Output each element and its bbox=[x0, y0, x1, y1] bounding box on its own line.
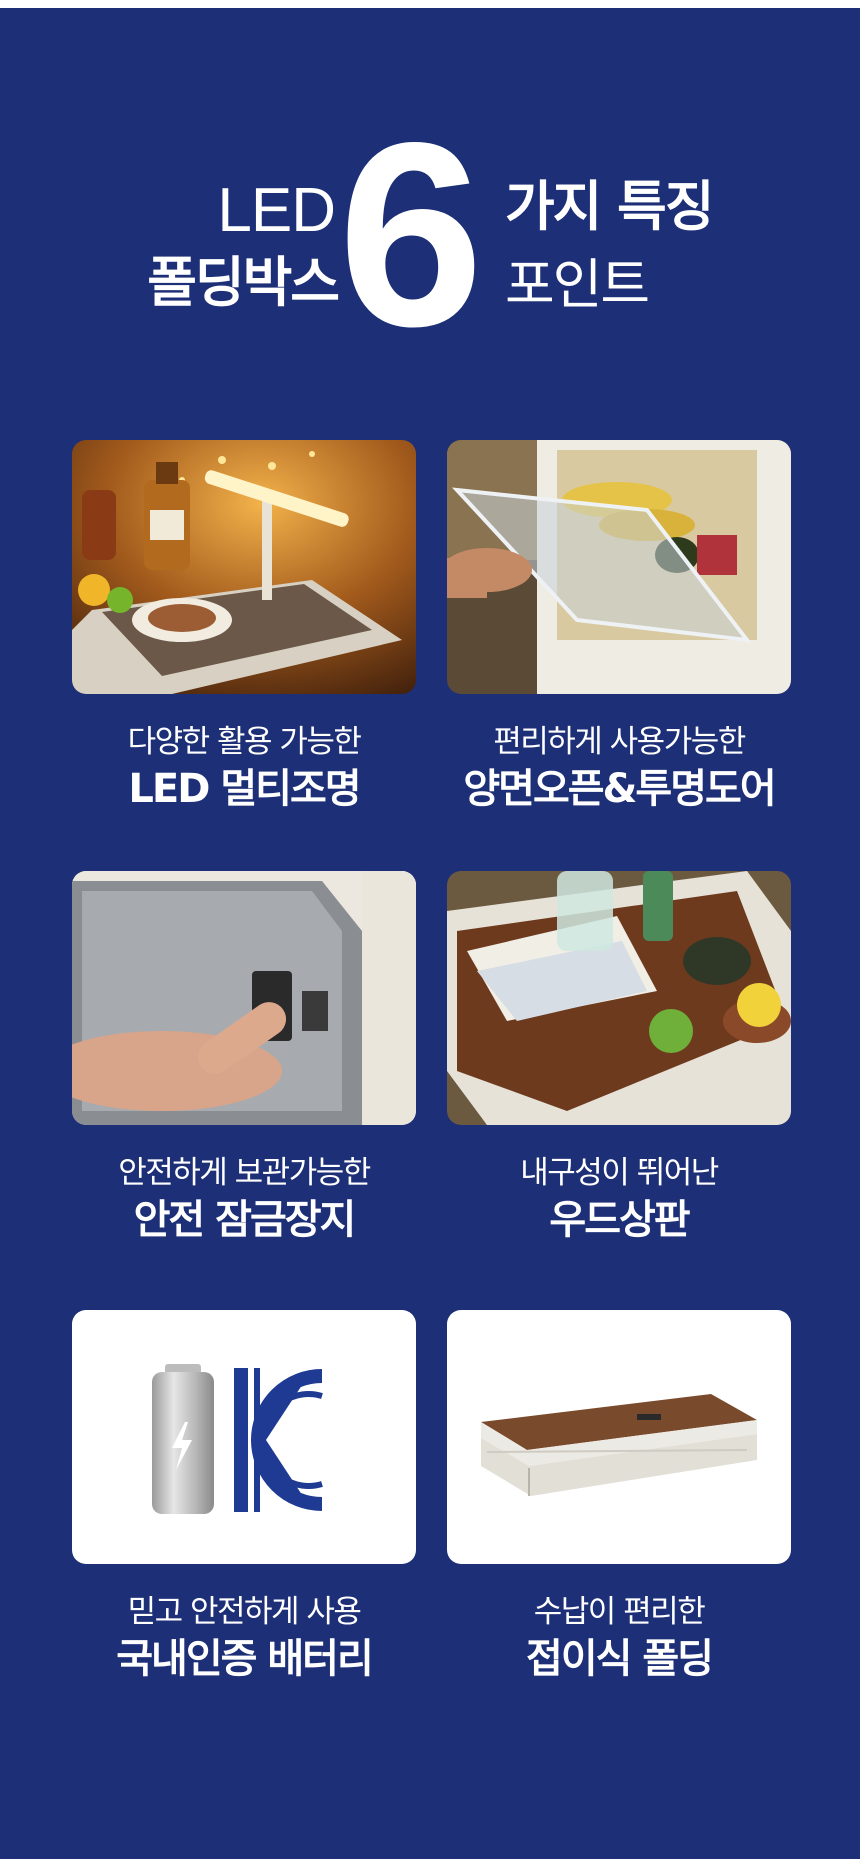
feature-card-lock: 안전하게 보관가능한 안전 잠금장지 bbox=[72, 871, 416, 1244]
heading-led: LED bbox=[217, 176, 336, 245]
folded-box-photo bbox=[447, 1310, 791, 1564]
feature-card-open-door: 편리하게 사용가능한 양면오픈&투명도어 bbox=[447, 440, 791, 813]
kc-mark-icon bbox=[234, 1368, 323, 1512]
feature-card-battery: 믿고 안전하게 사용 국내인증 배터리 bbox=[72, 1310, 416, 1683]
wood-top-photo bbox=[447, 871, 791, 1125]
open-door-photo bbox=[447, 440, 791, 694]
feature-subtitle: 수납이 편리한 bbox=[533, 1594, 706, 1630]
feature-subtitle: 믿고 안전하게 사용 bbox=[127, 1594, 362, 1630]
heading-folding-box: 폴딩박스 bbox=[147, 251, 340, 314]
feature-page: LED 폴딩박스 6 가지 특징 포인트 다양한 활용 가능한 LED 멀티조명… bbox=[0, 8, 860, 1859]
feature-title: LED 멀티조명 bbox=[128, 766, 361, 813]
feature-card-wood: 내구성이 뛰어난 우드상판 bbox=[447, 871, 791, 1244]
feature-subtitle: 안전하게 보관가능한 bbox=[118, 1155, 371, 1191]
feature-title: 우드상판 bbox=[549, 1197, 690, 1244]
feature-subtitle: 다양한 활용 가능한 bbox=[127, 724, 362, 760]
battery-icon bbox=[152, 1364, 214, 1514]
heading: LED 폴딩박스 6 가지 특징 포인트 bbox=[0, 8, 860, 368]
safety-lock-photo bbox=[72, 871, 416, 1125]
heading-point: 포인트 bbox=[505, 253, 650, 316]
led-lighting-photo bbox=[72, 440, 416, 694]
heading-number: 6 bbox=[338, 88, 484, 381]
battery-kc-panel bbox=[72, 1310, 416, 1564]
feature-subtitle: 편리하게 사용가능한 bbox=[493, 724, 746, 760]
feature-title: 국내인증 배터리 bbox=[116, 1636, 374, 1683]
feature-title: 양면오픈&투명도어 bbox=[463, 766, 776, 813]
feature-card-folding: 수납이 편리한 접이식 폴딩 bbox=[447, 1310, 791, 1683]
feature-subtitle: 내구성이 뛰어난 bbox=[520, 1155, 719, 1191]
feature-title: 안전 잠금장지 bbox=[133, 1197, 357, 1244]
feature-title: 접이식 폴딩 bbox=[526, 1636, 714, 1683]
feature-card-led: 다양한 활용 가능한 LED 멀티조명 bbox=[72, 440, 416, 813]
heading-features: 가지 특징 bbox=[505, 175, 715, 238]
